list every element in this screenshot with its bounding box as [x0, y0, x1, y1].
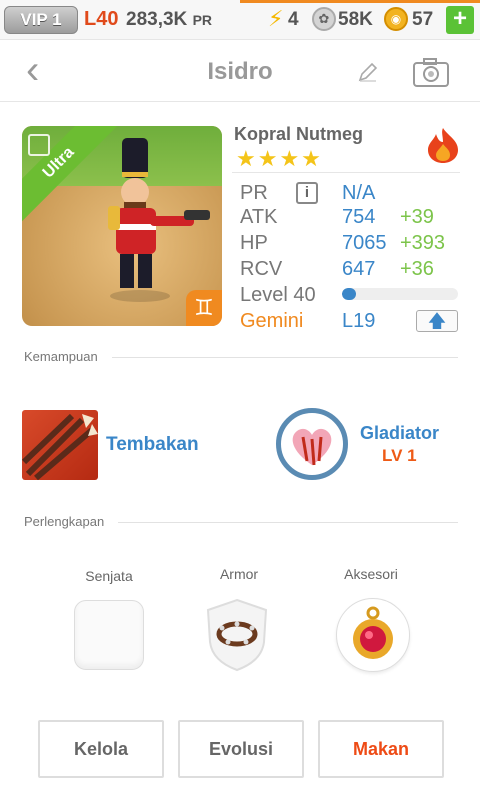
pr-label: PR — [240, 182, 268, 204]
leader-skill-icon[interactable] — [276, 408, 348, 480]
hp-bonus: +393 — [400, 232, 446, 254]
player-power-value: 283,3K — [126, 9, 188, 30]
feed-button[interactable]: Makan — [318, 720, 444, 778]
atk-bonus: +39 — [400, 206, 434, 228]
weapon-slot[interactable] — [74, 600, 144, 670]
player-power-unit: PR — [192, 12, 213, 28]
skills-section-title: Kemampuan — [24, 349, 112, 364]
pr-value: N/A — [342, 182, 376, 204]
lightning-icon: ⚡ — [268, 6, 284, 31]
food-count: 58K — [338, 9, 373, 30]
hp-value: 7065 — [342, 232, 387, 254]
rarity-stars: ★★★★ — [236, 146, 323, 171]
gemini-zodiac-icon: ♊ — [186, 290, 222, 326]
zodiac-sign-label: Gemini — [240, 310, 304, 332]
weapon-label: Senjata — [85, 568, 133, 584]
add-gems-button[interactable]: + — [446, 6, 474, 34]
energy-progress-line — [240, 0, 480, 3]
atk-label: ATK — [240, 206, 278, 228]
player-level: L40 — [84, 8, 119, 30]
level-progress-fill — [342, 288, 356, 300]
energy-count: 4 — [288, 9, 299, 30]
character-name: Kopral Nutmeg — [234, 124, 364, 144]
rcv-bonus: +36 — [400, 258, 434, 280]
armor-label: Armor — [219, 566, 259, 582]
manage-button[interactable]: Kelola — [38, 720, 164, 778]
equipment-section-title: Perlengkapan — [24, 514, 119, 529]
fire-element-icon — [428, 128, 458, 163]
arrows-skill-icon — [22, 413, 98, 480]
paw-icon: ✿ — [312, 7, 336, 31]
active-skill-name[interactable]: Tembakan — [106, 434, 199, 456]
calendar-icon — [28, 134, 50, 156]
atk-value: 754 — [342, 206, 376, 228]
rcv-label: RCV — [240, 258, 283, 280]
toy-soldier-figure — [108, 138, 210, 302]
name-divider — [232, 172, 460, 173]
leader-skill-name[interactable]: Gladiator — [360, 423, 439, 444]
page-title: Isidro — [207, 58, 273, 85]
info-icon[interactable]: i — [296, 182, 318, 204]
gem-count: 57 — [412, 9, 434, 30]
level-progress-bar — [342, 288, 458, 300]
page-header: ‹ Isidro — [0, 40, 480, 102]
level-label: Level 40 — [240, 284, 316, 306]
status-bar: VIP 1 L40 283,3K PR ⚡ 4 ✿ 58K ◉ 57 + — [0, 0, 480, 40]
gem-coin-icon: ◉ — [384, 7, 408, 31]
upgrade-arrow-button[interactable]: 🡅 — [416, 310, 458, 332]
vip-badge[interactable]: VIP 1 — [4, 6, 78, 34]
accessory-label: Aksesori — [344, 566, 398, 582]
evolve-button[interactable]: Evolusi — [178, 720, 304, 778]
leader-skill-level: LV 1 — [382, 446, 417, 465]
player-power: 283,3K PR — [126, 9, 212, 31]
heart-claw-icon — [292, 428, 332, 466]
accessory-slot[interactable] — [336, 598, 410, 672]
pencil-icon[interactable] — [356, 60, 380, 84]
active-skill-icon[interactable] — [22, 410, 98, 480]
rcv-value: 647 — [342, 258, 376, 280]
character-portrait[interactable]: Ultra ♊ — [22, 126, 222, 326]
zodiac-sign-level: L19 — [342, 310, 376, 332]
ruby-amulet-icon — [353, 606, 393, 659]
hp-label: HP — [240, 232, 268, 254]
armor-slot-shield-icon[interactable] — [204, 598, 270, 672]
camera-icon[interactable] — [412, 56, 450, 88]
